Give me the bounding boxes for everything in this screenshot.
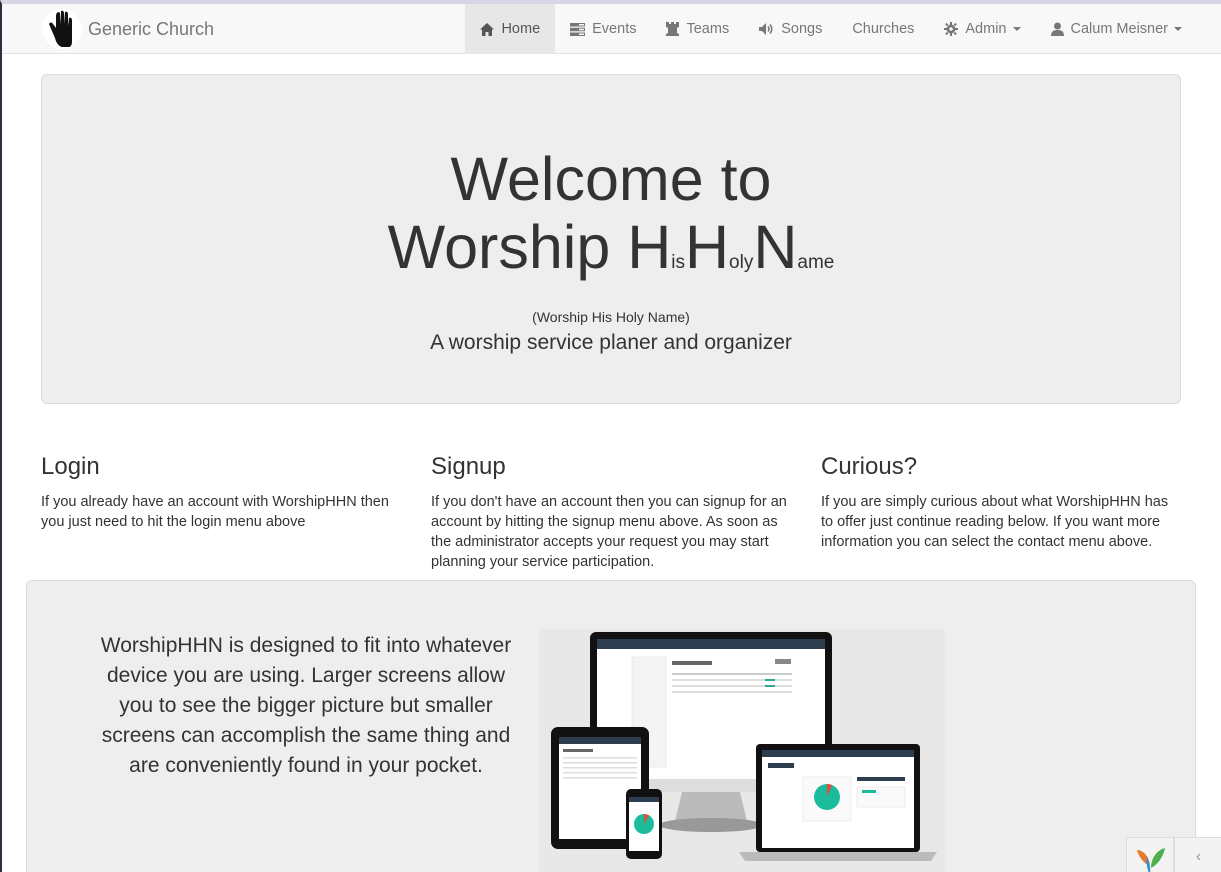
heading-h2: H bbox=[684, 213, 730, 281]
nav-admin-label: Admin bbox=[965, 21, 1007, 37]
debug-toolbar-logo[interactable] bbox=[1126, 837, 1174, 872]
brand-name: Generic Church bbox=[88, 18, 215, 39]
home-icon bbox=[480, 22, 495, 36]
nav-admin-dropdown[interactable]: Admin bbox=[929, 4, 1035, 54]
curious-text: If you are simply curious about what Wor… bbox=[821, 494, 1169, 550]
main-nav: Home Events Teams Songs Churches Admin C… bbox=[465, 4, 1197, 54]
signup-heading: Signup bbox=[431, 453, 506, 480]
jumbotron-tagline: A worship service planer and organizer bbox=[430, 331, 792, 354]
responsive-feature-well: WorshipHHN is designed to fit into whate… bbox=[26, 580, 1196, 872]
login-heading: Login bbox=[41, 453, 100, 480]
devices-screenshot bbox=[539, 629, 945, 872]
nav-churches-label: Churches bbox=[852, 21, 915, 37]
login-text: If you already have an account with Wors… bbox=[41, 494, 389, 530]
tasks-icon bbox=[570, 22, 586, 36]
user-icon bbox=[1050, 22, 1064, 36]
nav-user-dropdown[interactable]: Calum Meisner bbox=[1036, 4, 1198, 54]
signup-text: If you don't have an account then you ca… bbox=[431, 494, 787, 570]
nav-home-label: Home bbox=[501, 21, 541, 37]
curious-heading: Curious? bbox=[821, 453, 918, 480]
chevron-left-icon: ‹ bbox=[1195, 848, 1202, 865]
heading-oly: oly bbox=[729, 252, 754, 273]
nav-churches[interactable]: Churches bbox=[837, 4, 929, 54]
navbar: Generic Church Home Events Teams Songs C… bbox=[2, 4, 1221, 54]
signup-column: Signup If you don't have an account then… bbox=[431, 452, 791, 572]
nav-home[interactable]: Home bbox=[465, 4, 556, 54]
praying-hands-logo-icon bbox=[42, 9, 82, 49]
cog-icon bbox=[944, 22, 959, 36]
heading-n: N bbox=[753, 213, 798, 281]
nav-teams-label: Teams bbox=[686, 21, 730, 37]
chevron-down-icon bbox=[1012, 27, 1021, 31]
heading-worship: Worship bbox=[387, 213, 628, 281]
nav-songs[interactable]: Songs bbox=[744, 4, 837, 54]
jumbotron-subtitle: (Worship His Holy Name) bbox=[532, 309, 690, 325]
nav-teams[interactable]: Teams bbox=[651, 4, 744, 54]
brand[interactable]: Generic Church bbox=[42, 4, 214, 54]
volume-icon bbox=[759, 23, 773, 35]
jumbotron: Welcome to Worship HisHolyName (Worship … bbox=[41, 74, 1181, 404]
yii-logo-icon bbox=[1137, 848, 1165, 872]
nav-events-label: Events bbox=[592, 21, 637, 37]
heading-h1: H bbox=[627, 213, 672, 281]
curious-column: Curious? If you are simply curious about… bbox=[821, 452, 1181, 552]
welcome-heading-line2: Worship HisHolyName bbox=[42, 213, 1180, 297]
chevron-down-icon bbox=[1174, 27, 1182, 31]
welcome-heading-line1: Welcome to bbox=[450, 145, 772, 213]
heading-ame: ame bbox=[797, 252, 835, 273]
heading-is: is bbox=[671, 252, 685, 273]
debug-toolbar-toggle[interactable]: ‹ bbox=[1174, 837, 1221, 872]
responsive-feature-text: WorshipHHN is designed to fit into whate… bbox=[100, 634, 512, 777]
nav-events[interactable]: Events bbox=[555, 4, 651, 54]
tower-icon bbox=[666, 22, 680, 36]
nav-songs-label: Songs bbox=[781, 21, 823, 37]
nav-user-label: Calum Meisner bbox=[1070, 21, 1169, 37]
login-column: Login If you already have an account wit… bbox=[41, 452, 401, 532]
